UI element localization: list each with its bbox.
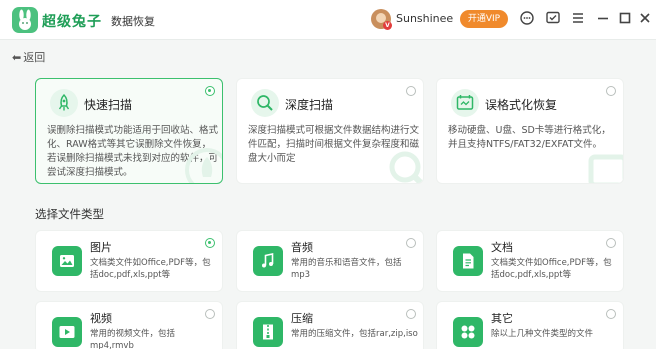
feedback-icon[interactable] [545, 10, 561, 26]
file-type-card-other[interactable]: 其它 除以上几种文件类型的文件 [436, 301, 624, 349]
archive-icon [253, 317, 283, 347]
rabbit-logo-icon [12, 7, 38, 33]
file-type-description: 常用的压缩文件，包括rar,zip,iso [291, 329, 418, 339]
minimize-icon[interactable] [595, 10, 611, 26]
file-type-card-video[interactable]: 视频 常用的视频文件，包括mp4,rmvb [35, 301, 223, 349]
file-type-title: 其它 [491, 312, 513, 325]
file-type-radio[interactable] [406, 238, 416, 248]
file-type-description: 文档类文件如Office,PDF等，包括doc,pdf,xls,ppt等 [491, 258, 612, 280]
mode-title: 快速扫描 [84, 98, 133, 112]
close-icon[interactable] [637, 10, 653, 26]
mode-card-format-recovery[interactable]: 误格式化恢复 移动硬盘、U盘、SD卡等进行格式化，并且支持NTFS/FAT32/… [436, 78, 624, 184]
format-watermark-icon [588, 154, 623, 183]
format-disk-icon [451, 89, 479, 117]
file-type-title: 文档 [491, 241, 513, 254]
file-type-card-archive[interactable]: 压缩 常用的压缩文件，包括rar,zip,iso [236, 301, 424, 349]
music-icon [253, 246, 283, 276]
mode-radio[interactable] [205, 86, 215, 96]
file-type-card-document[interactable]: 文档 文档类文件如Office,PDF等，包括doc,pdf,xls,ppt等 [436, 230, 624, 292]
file-types-heading: 选择文件类型 [35, 207, 104, 221]
title-bar: 超级兔子 数据恢复 V Sunshinee 开通VIP [0, 0, 656, 40]
back-label: 返回 [23, 51, 46, 64]
file-type-description: 除以上几种文件类型的文件 [491, 329, 594, 339]
app-subtitle: 数据恢复 [111, 15, 155, 28]
file-type-radio[interactable] [606, 309, 616, 319]
grid-icon [453, 317, 483, 347]
file-type-title: 视频 [90, 312, 112, 325]
file-type-radio[interactable] [205, 238, 215, 248]
back-arrow-icon: ⬅ [12, 51, 22, 64]
mode-title: 误格式化恢复 [485, 98, 558, 112]
video-icon [52, 317, 82, 347]
mode-radio[interactable] [406, 86, 416, 96]
app-brand: 超级兔子 [42, 14, 102, 30]
menu-icon[interactable] [570, 10, 586, 26]
file-type-title: 音频 [291, 241, 313, 254]
document-icon [453, 246, 483, 276]
file-type-title: 图片 [90, 241, 112, 254]
mode-card-quick-scan[interactable]: 快速扫描 误删除扫描模式功能适用于回收站、格式化、RAW格式等其它误删除文件恢复… [35, 78, 223, 184]
mode-card-deep-scan[interactable]: 深度扫描 深度扫描模式可根据文件数据结构进行文件匹配，扫描时间根据文件复杂程度和… [236, 78, 424, 184]
support-icon[interactable] [519, 10, 535, 26]
maximize-icon[interactable] [617, 10, 633, 26]
mode-radio[interactable] [606, 86, 616, 96]
username[interactable]: Sunshinee [396, 12, 453, 25]
mode-title: 深度扫描 [285, 98, 334, 112]
file-type-card-audio[interactable]: 音频 常用的音乐和语音文件，包括mp3 [236, 230, 424, 292]
file-type-radio[interactable] [205, 309, 215, 319]
rocket-icon [50, 89, 78, 117]
back-button[interactable]: ⬅ 返回 [12, 49, 45, 65]
file-type-title: 压缩 [291, 312, 313, 325]
file-type-description: 常用的视频文件，包括mp4,rmvb [90, 329, 176, 349]
vip-status-badge: V [383, 21, 392, 30]
open-vip-button[interactable]: 开通VIP [460, 10, 508, 28]
file-type-radio[interactable] [606, 238, 616, 248]
image-icon [52, 246, 82, 276]
magnifier-watermark-icon [389, 151, 423, 183]
file-type-description: 常用的音乐和语音文件，包括mp3 [291, 258, 402, 280]
file-type-radio[interactable] [406, 309, 416, 319]
file-type-description: 文档类文件如Office,PDF等，包括doc,pdf,xls,ppt等 [90, 258, 211, 280]
rocket-watermark-icon [185, 148, 222, 183]
file-type-card-image[interactable]: 图片 文档类文件如Office,PDF等，包括doc,pdf,xls,ppt等 [35, 230, 223, 292]
magnifier-icon [251, 89, 279, 117]
